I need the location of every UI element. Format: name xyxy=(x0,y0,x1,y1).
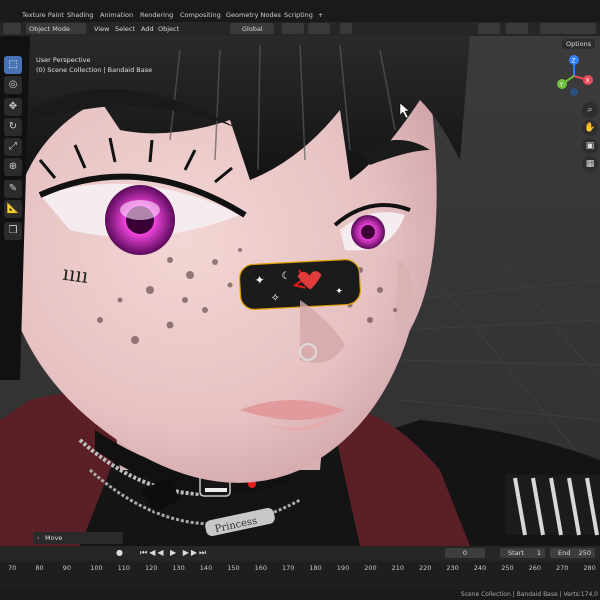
frame-tick-label: 200 xyxy=(364,564,377,572)
add-cube-icon[interactable]: ❒ xyxy=(4,222,22,240)
snap-button[interactable] xyxy=(308,23,330,34)
menu-view[interactable]: View xyxy=(94,25,109,33)
frame-tick-label: 100 xyxy=(90,564,103,572)
frame-tick-label: 170 xyxy=(282,564,295,572)
playback-buttons-icon[interactable]: ⏮◀◀ ▶ ▶▶⏭ xyxy=(140,548,208,558)
mode-dropdown-label: Object Mode xyxy=(29,25,70,33)
cursor-icon[interactable]: ◎ xyxy=(4,76,22,94)
pan-hand-icon[interactable]: ✋ xyxy=(582,120,598,136)
bandaid-object: ✦ ✧ ☾ ✦ xyxy=(238,259,361,310)
workspace-tab-bar: Texture Paint Shading Animation Renderin… xyxy=(0,0,600,22)
chevron-right-icon: › xyxy=(37,534,40,542)
keyframe-record-icon[interactable]: ● xyxy=(116,548,123,557)
tab-animation[interactable]: Animation xyxy=(100,11,133,19)
frame-tick-label: 280 xyxy=(583,564,596,572)
proportional-edit-button[interactable] xyxy=(340,23,352,34)
annotate-icon[interactable]: ✎ xyxy=(4,180,22,198)
editor-type-button[interactable] xyxy=(3,23,21,34)
3d-viewport[interactable]: Princess ıııı ✦ ✧ ☾ ✦ User Perspective (… xyxy=(0,36,600,546)
collection-label: (0) Scene Collection | Bandaid Base xyxy=(36,66,153,74)
camera-icon[interactable]: ▣ xyxy=(582,138,598,154)
frame-tick-label: 120 xyxy=(145,564,158,572)
svg-text:✦: ✦ xyxy=(254,273,265,288)
measure-icon[interactable]: 📐 xyxy=(4,200,22,218)
status-bar: Scene Collection | Bandaid Base | Verts:… xyxy=(0,590,600,600)
operator-panel[interactable]: › Move xyxy=(33,532,123,544)
status-text: Scene Collection | Bandaid Base | Verts:… xyxy=(460,591,598,598)
cheek-tattoo: ıııı xyxy=(61,261,90,288)
menu-select[interactable]: Select xyxy=(115,25,135,33)
character-render: Princess ıııı ✦ ✧ ☾ ✦ xyxy=(0,36,600,546)
gizmo-z-label: Z xyxy=(572,58,576,65)
viewport-header: Object Mode View Select Add Object Globa… xyxy=(0,22,600,36)
end-frame-field[interactable]: End 250 xyxy=(550,548,595,558)
scale-icon[interactable]: ⤢ xyxy=(4,138,22,156)
add-workspace-button[interactable]: + xyxy=(318,11,323,19)
frame-tick-label: 150 xyxy=(227,564,240,572)
grid-perspective-icon[interactable]: ▦ xyxy=(582,156,598,172)
navigation-gizmo[interactable]: Z X Y xyxy=(552,54,596,98)
svg-text:☾: ☾ xyxy=(281,270,291,281)
transform-icon[interactable]: ⊕ xyxy=(4,158,22,176)
start-value: 1 xyxy=(536,549,541,557)
frame-tick-label: 130 xyxy=(172,564,185,572)
gizmo-x-label: X xyxy=(586,78,590,85)
frame-tick-label: 250 xyxy=(501,564,514,572)
frame-tick-label: 180 xyxy=(309,564,322,572)
select-box-icon[interactable]: ⬚ xyxy=(4,56,22,74)
current-frame-field[interactable]: 0 xyxy=(445,548,485,558)
frame-tick-label: 80 xyxy=(35,564,44,572)
frame-tick-label: 210 xyxy=(391,564,405,572)
tab-geometry-nodes[interactable]: Geometry Nodes xyxy=(226,11,281,19)
move-icon[interactable]: ✥ xyxy=(4,98,22,116)
tab-compositing[interactable]: Compositing xyxy=(180,11,221,19)
tab-rendering[interactable]: Rendering xyxy=(140,11,173,19)
frame-tick-label: 260 xyxy=(528,564,542,572)
operator-label: Move xyxy=(45,534,63,542)
frame-tick-label: 240 xyxy=(473,564,487,572)
menu-object[interactable]: Object xyxy=(158,25,179,33)
rotate-icon[interactable]: ↻ xyxy=(4,118,22,136)
menu-add[interactable]: Add xyxy=(141,25,154,33)
perspective-label: User Perspective xyxy=(36,56,91,64)
frame-tick-label: 220 xyxy=(419,564,432,572)
pivot-point-button[interactable] xyxy=(282,23,304,34)
frame-tick-label: 190 xyxy=(336,564,350,572)
gizmo-y-label: Y xyxy=(559,82,564,89)
frame-tick-label: 70 xyxy=(8,564,17,572)
start-frame-field[interactable]: Start 1 xyxy=(500,548,545,558)
frame-tick-label: 140 xyxy=(199,564,213,572)
tab-texture-paint[interactable]: Texture Paint xyxy=(22,11,64,19)
transform-orientation-dropdown[interactable]: Global xyxy=(230,23,274,34)
tab-scripting[interactable]: Scripting xyxy=(284,11,313,19)
options-dropdown[interactable]: Options xyxy=(562,39,596,49)
visibility-button[interactable] xyxy=(478,23,500,34)
end-value: 250 xyxy=(578,549,591,557)
orientation-label: Global xyxy=(242,25,263,33)
zoom-icon[interactable]: ⌕ xyxy=(582,102,598,118)
mode-dropdown[interactable]: Object Mode xyxy=(26,23,86,34)
shading-mode-buttons[interactable] xyxy=(540,23,596,34)
frame-tick-label: 230 xyxy=(446,564,459,572)
timeline[interactable]: ● ⏮◀◀ ▶ ▶▶⏭ 0 Start 1 End 250 70 80 90 100 1… xyxy=(0,546,600,600)
frame-tick-label: 160 xyxy=(254,564,268,572)
frame-tick-label: 270 xyxy=(556,564,569,572)
start-label: Start xyxy=(508,549,524,557)
frame-tick-label: 90 xyxy=(62,564,72,572)
gizmo-toggle-button[interactable] xyxy=(506,23,528,34)
end-label: End xyxy=(558,549,571,557)
frame-tick-label: 110 xyxy=(117,564,131,572)
tab-shading[interactable]: Shading xyxy=(67,11,93,19)
svg-text:✧: ✧ xyxy=(270,291,280,304)
svg-text:✦: ✦ xyxy=(335,287,344,297)
